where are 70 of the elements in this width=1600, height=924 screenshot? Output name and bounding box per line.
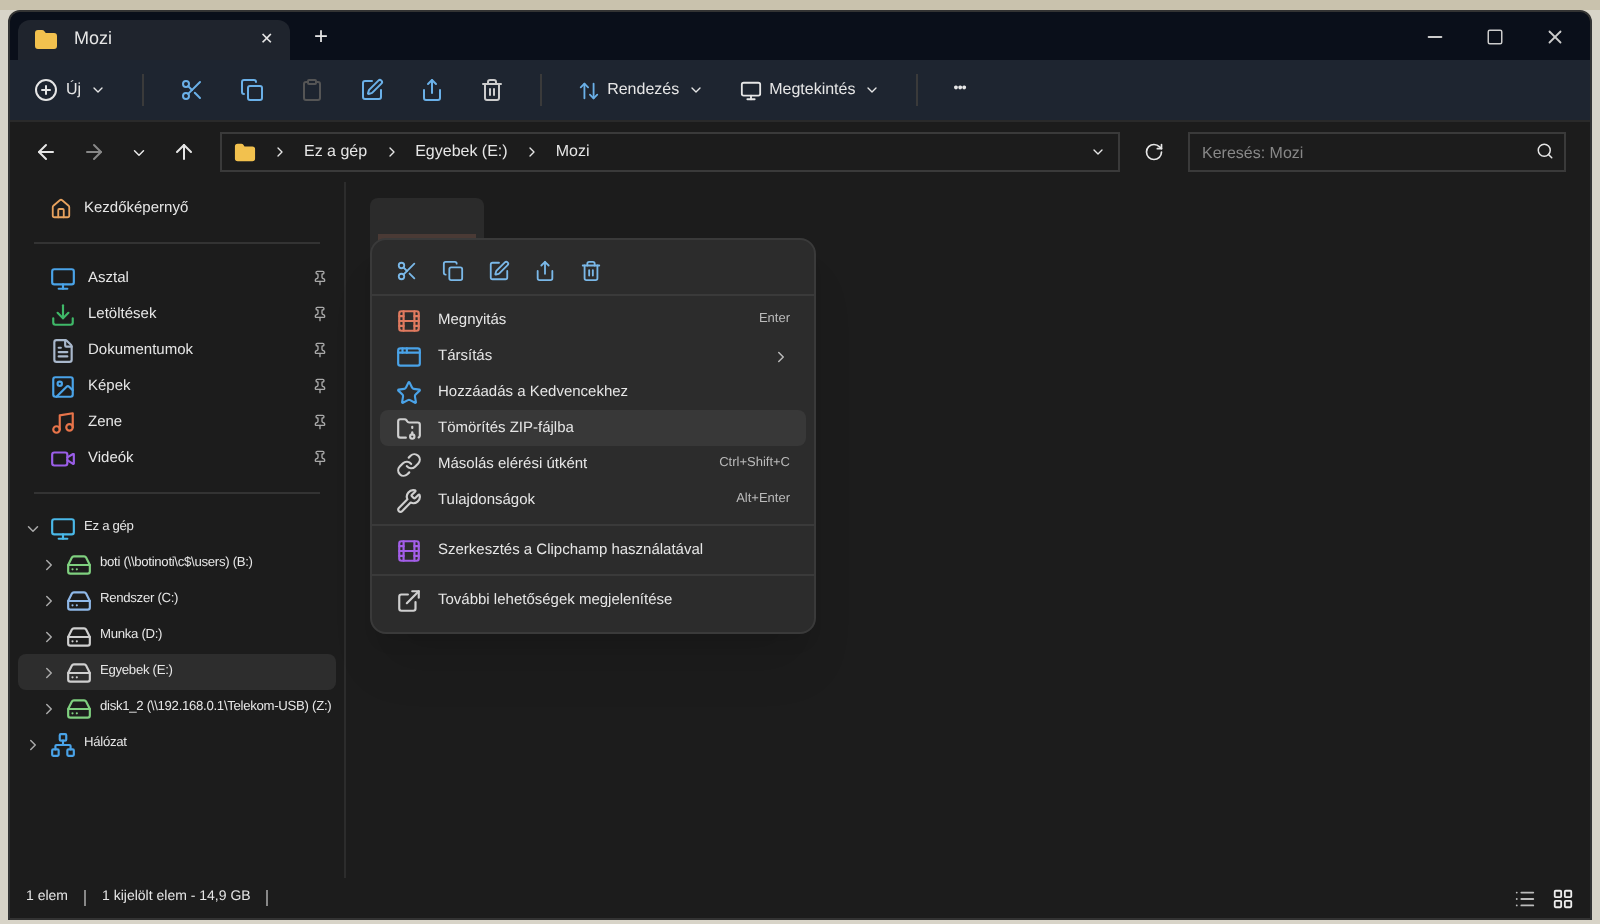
new-tab-button[interactable]: + — [314, 18, 329, 54]
up-icon[interactable] — [172, 140, 196, 164]
back-icon[interactable] — [34, 140, 58, 164]
external-link-icon — [396, 587, 422, 613]
scissors-icon[interactable] — [179, 78, 204, 102]
window-tab[interactable]: Mozi ✕ — [18, 19, 290, 61]
scissors-icon[interactable] — [396, 260, 418, 282]
tiles-view-icon[interactable] — [1552, 887, 1574, 909]
folder-icon — [234, 141, 256, 163]
archive-icon — [396, 415, 422, 441]
submenu-chevron-icon — [772, 347, 790, 365]
breadcrumb[interactable]: Mozi — [555, 140, 590, 164]
close-tab-button[interactable]: ✕ — [260, 28, 274, 52]
breadcrumb[interactable]: Ez a gép — [304, 140, 368, 164]
share-icon[interactable] — [534, 260, 556, 282]
document-icon — [50, 337, 76, 363]
pin-icon[interactable] — [312, 342, 328, 358]
forward-icon[interactable] — [82, 140, 106, 164]
clipboard-icon[interactable] — [299, 78, 324, 102]
film-icon — [396, 537, 422, 563]
trash-icon[interactable] — [580, 260, 602, 282]
sort-arrows-icon — [577, 79, 600, 101]
plus-circle-icon — [34, 78, 58, 102]
film-icon — [396, 307, 422, 333]
share-icon[interactable] — [419, 78, 444, 102]
caret-icon — [687, 82, 704, 98]
monitor-icon — [739, 79, 762, 101]
monitor-icon — [50, 515, 76, 541]
download-icon — [50, 301, 76, 327]
chevron-icon[interactable] — [1090, 144, 1106, 160]
picture-icon — [50, 373, 76, 399]
pin-icon[interactable] — [312, 306, 328, 322]
new-button[interactable]: Új — [34, 78, 106, 102]
wrench-icon — [396, 487, 422, 513]
pin-icon[interactable] — [312, 270, 328, 286]
search-icon — [1536, 142, 1554, 160]
network-icon — [50, 731, 76, 757]
caret-icon — [89, 82, 106, 98]
app-icon — [396, 343, 422, 369]
pin-icon[interactable] — [312, 450, 328, 466]
close-icon[interactable] — [1544, 25, 1566, 47]
address-bar[interactable]: Ez a gép Egyebek (E:) Mozi — [220, 132, 1120, 172]
pin-icon[interactable] — [312, 414, 328, 430]
copy-icon[interactable] — [442, 260, 464, 282]
music-icon — [50, 409, 76, 435]
search-field[interactable]: Keresés: Mozi — [1188, 132, 1566, 172]
folder-icon — [34, 28, 58, 52]
breadcrumb[interactable]: Egyebek (E:) — [415, 140, 508, 164]
drive-icon — [66, 551, 92, 577]
trash-icon[interactable] — [479, 78, 504, 102]
link-icon — [396, 451, 422, 477]
refresh-icon[interactable] — [1144, 142, 1164, 162]
video-icon — [50, 445, 76, 471]
desktop-icon — [50, 265, 76, 291]
star-icon — [396, 379, 422, 405]
details-view-icon[interactable] — [1514, 887, 1536, 909]
drive-icon — [66, 587, 92, 613]
sort-button[interactable]: Rendezés — [577, 78, 704, 102]
pin-icon[interactable] — [312, 378, 328, 394]
rename-icon[interactable] — [488, 260, 510, 282]
copy-icon[interactable] — [239, 78, 264, 102]
maximize-icon[interactable] — [1486, 27, 1504, 45]
drive-icon — [66, 623, 92, 649]
caret-icon — [863, 82, 880, 98]
rename-icon[interactable] — [359, 78, 384, 102]
home-icon — [50, 197, 72, 219]
chevron-icon — [272, 144, 288, 160]
view-button[interactable]: Megtekintés — [739, 78, 880, 102]
drive-icon — [66, 695, 92, 721]
drive-icon — [66, 659, 92, 685]
